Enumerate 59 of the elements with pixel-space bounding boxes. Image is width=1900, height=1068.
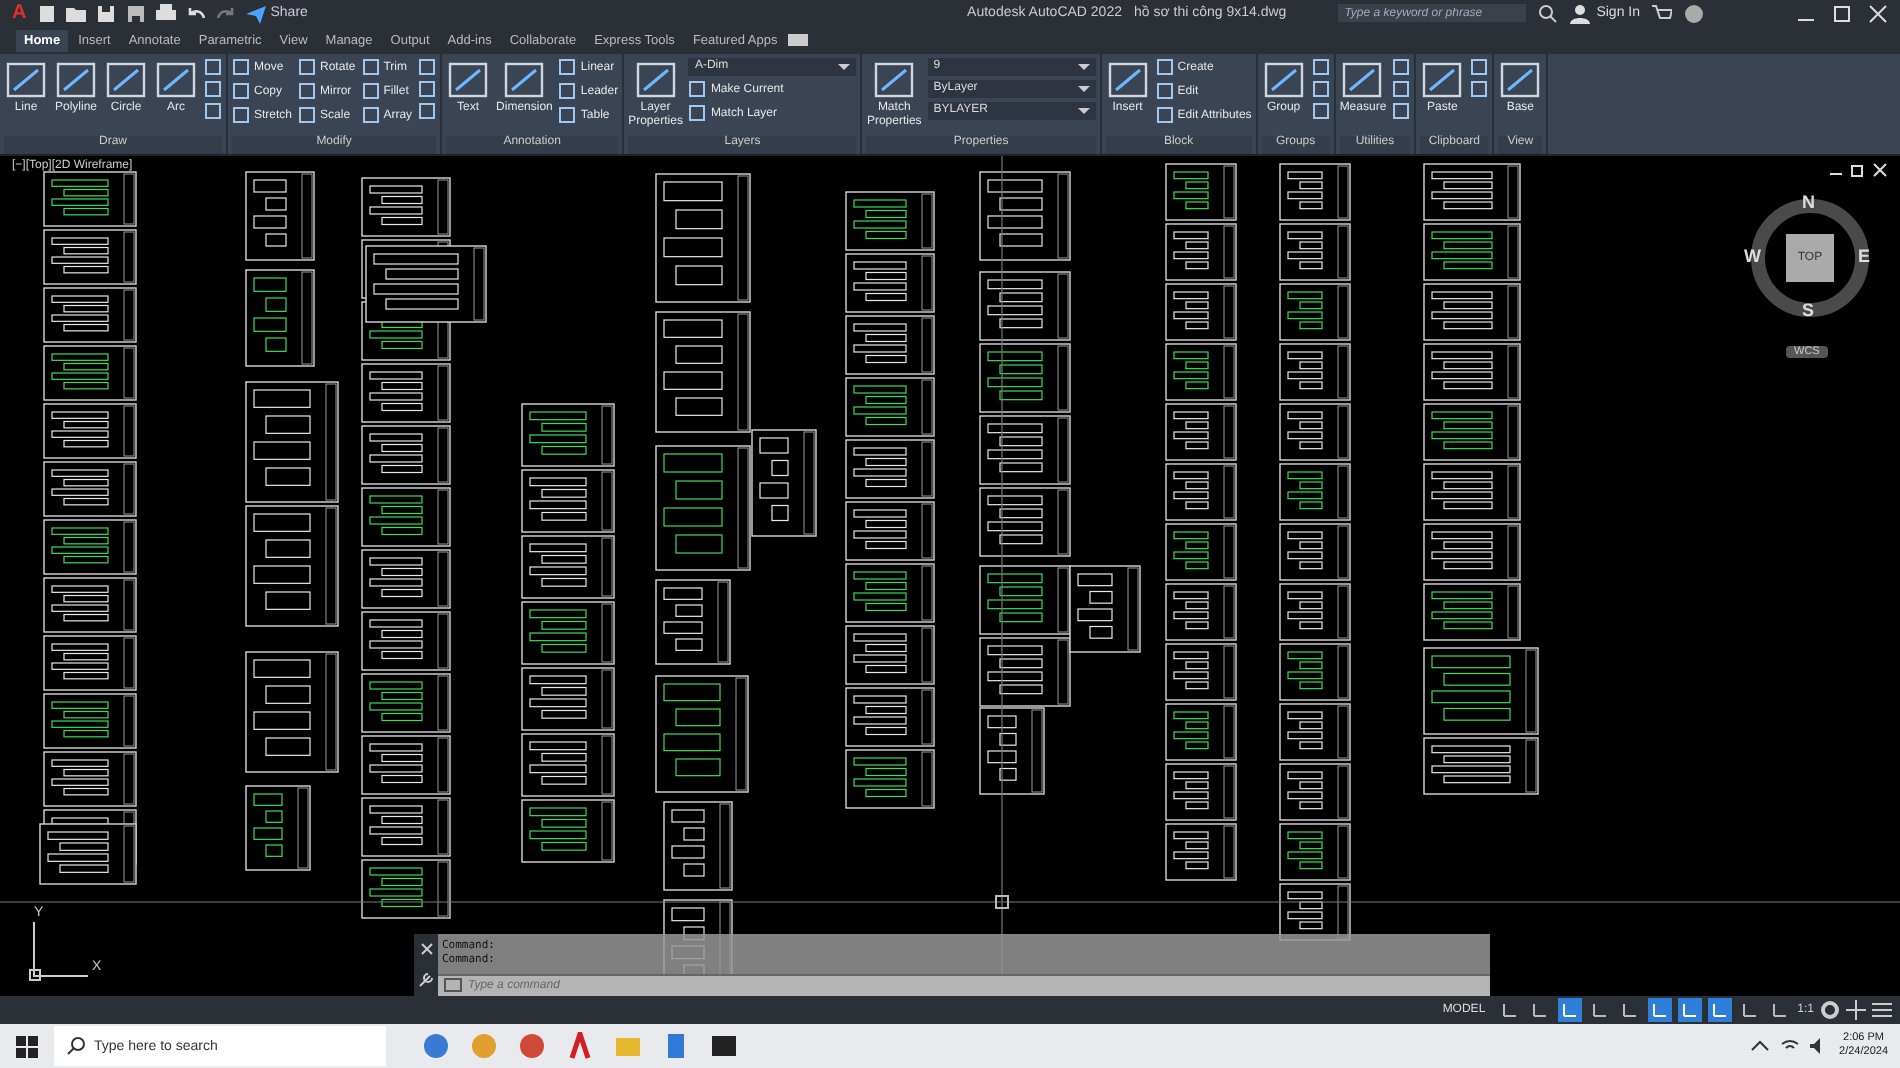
caret-icon	[1077, 85, 1090, 92]
printer-icon[interactable]	[156, 3, 177, 24]
tool-icon[interactable]	[1340, 57, 1385, 102]
panel-toggle-icon[interactable]	[787, 32, 812, 49]
compass-direction: E	[1858, 245, 1871, 266]
app-icon[interactable]	[518, 1032, 546, 1060]
chevron-up-icon[interactable]	[1749, 1038, 1770, 1054]
status-toggle-icon[interactable]	[1737, 998, 1762, 1023]
app-icon[interactable]	[662, 1032, 690, 1060]
caret-icon	[838, 63, 851, 70]
status-toggle-icon[interactable]	[1557, 998, 1582, 1023]
plus-icon[interactable]	[1846, 1000, 1866, 1021]
ucs-axes-icon	[28, 919, 92, 982]
restore-icon[interactable]	[1850, 161, 1866, 178]
status-toggle-icon[interactable]	[1677, 998, 1702, 1023]
status-toggle-icon[interactable]	[1767, 998, 1792, 1023]
wrench-icon[interactable]	[418, 971, 434, 988]
user-icon	[1570, 3, 1591, 24]
close-icon[interactable]	[1868, 3, 1888, 24]
network-icon[interactable]	[1779, 1038, 1800, 1054]
caret-icon	[1077, 63, 1090, 70]
tool-icon[interactable]	[633, 57, 678, 102]
status-toggle-icon[interactable]	[1497, 998, 1522, 1023]
tool-icon[interactable]	[446, 57, 491, 102]
search-icon[interactable]	[1538, 3, 1559, 24]
redo-arrow-icon[interactable]	[216, 3, 237, 24]
tool-icon[interactable]	[1498, 57, 1543, 102]
prompt-icon[interactable]	[444, 978, 462, 993]
tool-icon[interactable]	[1420, 57, 1465, 102]
compass-direction: S	[1802, 299, 1815, 320]
status-toggle-icon[interactable]	[1647, 998, 1672, 1023]
status-toggle-icon[interactable]	[1527, 998, 1552, 1023]
tool-icon[interactable]	[872, 57, 917, 102]
compass-direction: W	[1744, 245, 1761, 266]
cart-icon[interactable]	[1652, 3, 1672, 24]
undo-arrow-icon[interactable]	[186, 3, 207, 24]
app-icon[interactable]	[422, 1032, 450, 1060]
close-icon[interactable]	[419, 941, 433, 956]
status-toggle-icon[interactable]	[1617, 998, 1642, 1023]
tool-icon[interactable]	[502, 57, 547, 102]
tool-icon[interactable]	[104, 57, 148, 102]
tool-icon[interactable]	[154, 57, 198, 102]
close-icon[interactable]	[1872, 161, 1888, 178]
terminal-icon[interactable]	[710, 1032, 738, 1060]
search-icon	[66, 1036, 86, 1056]
compass-direction: N	[1802, 191, 1815, 212]
status-toggle-icon[interactable]	[1587, 998, 1612, 1023]
gear-icon[interactable]	[1820, 1000, 1840, 1021]
caret-icon	[1077, 107, 1090, 114]
letter-a-app-icon[interactable]	[566, 1032, 594, 1060]
document-icon[interactable]	[38, 3, 57, 24]
tool-icon[interactable]	[4, 57, 48, 102]
menu-icon[interactable]	[1872, 1000, 1892, 1021]
status-toggle-icon[interactable]	[1707, 998, 1732, 1023]
tool-icon[interactable]	[54, 57, 98, 102]
tool-icon[interactable]	[1261, 57, 1306, 102]
windows-logo-icon[interactable]	[16, 1035, 38, 1057]
maximize-icon[interactable]	[1832, 3, 1852, 24]
tool-icon[interactable]	[1105, 57, 1150, 102]
